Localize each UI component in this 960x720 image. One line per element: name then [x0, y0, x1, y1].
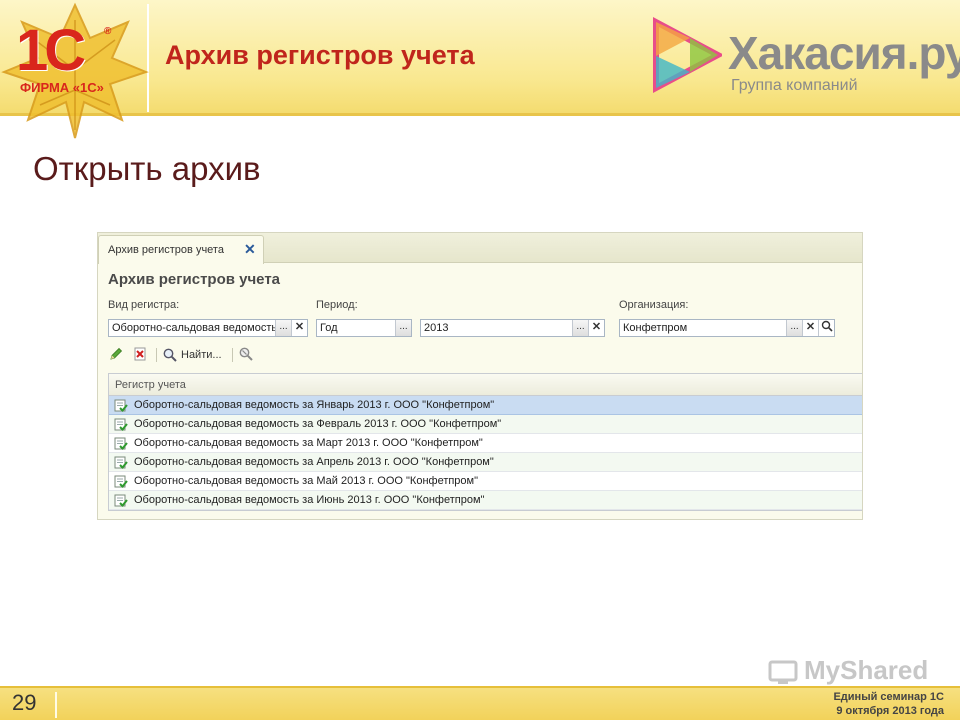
row-text: Оборотно-сальдовая ведомость за Май 2013…	[134, 475, 479, 487]
organization-label: Организация:	[619, 299, 689, 311]
organization-select-button[interactable]: ...	[786, 320, 802, 336]
cancel-search-button[interactable]	[238, 346, 256, 364]
table-header[interactable]: Регистр учета	[109, 374, 862, 396]
slide-footer: 29 Единый семинар 1С 9 октября 2013 года	[0, 686, 960, 720]
delete-icon	[134, 347, 146, 361]
toolbar-separator	[232, 348, 233, 362]
tab-bar: Архив регистров учета ✕	[98, 233, 862, 264]
register-type-label: Вид регистра:	[108, 299, 180, 311]
table-row[interactable]: Оборотно-сальдовая ведомость за Апрель 2…	[109, 453, 862, 472]
register-type-value: Оборотно-сальдовая ведомость	[112, 322, 275, 334]
find-label: Найти...	[181, 349, 222, 361]
period-select-button[interactable]: ...	[395, 320, 411, 336]
document-check-icon	[114, 399, 128, 412]
slide-title: Архив регистров учета	[165, 40, 475, 70]
watermark: MyShared	[804, 655, 929, 685]
year-select-button[interactable]: ...	[572, 320, 588, 336]
close-icon[interactable]: ✕	[244, 241, 256, 258]
footer-date: 9 октября 2013 года	[836, 705, 944, 717]
logo-1c-mark: 1С	[16, 18, 86, 83]
document-check-icon	[114, 475, 128, 488]
document-check-icon	[114, 437, 128, 450]
magnifier-icon	[163, 348, 177, 362]
partner-name: Хакасия.ру	[728, 27, 960, 79]
search-icon	[821, 320, 833, 332]
edit-button[interactable]	[108, 346, 126, 364]
register-type-select-button[interactable]: ...	[275, 320, 291, 336]
year-clear-button[interactable]: ✕	[588, 320, 604, 336]
document-check-icon	[114, 418, 128, 431]
year-field[interactable]: 2013 ... ✕	[420, 319, 605, 337]
slide-subtitle: Открыть архив	[33, 150, 261, 187]
tab-label: Архив регистров учета	[108, 244, 224, 256]
column-header-register: Регистр учета	[115, 379, 186, 391]
row-text: Оборотно-сальдовая ведомость за Март 201…	[134, 437, 483, 449]
toolbar-separator	[156, 348, 157, 362]
document-check-icon	[114, 456, 128, 469]
organization-clear-button[interactable]: ✕	[802, 320, 818, 336]
row-text: Оборотно-сальдовая ведомость за Февраль …	[134, 418, 502, 430]
footer-event: Единый семинар 1С	[833, 691, 944, 703]
table-row[interactable]: Оборотно-сальдовая ведомость за Январь 2…	[109, 396, 862, 415]
slide-header: 1С ® ФИРМА «1С» Архив регистров учета Ха…	[0, 0, 960, 139]
document-check-icon	[114, 494, 128, 507]
organization-search-button[interactable]	[818, 320, 834, 336]
cancel-search-icon	[239, 347, 253, 361]
partner-logo-icon	[653, 17, 722, 93]
period-field[interactable]: Год ...	[316, 319, 412, 337]
period-value: Год	[320, 322, 338, 334]
table-row[interactable]: Оборотно-сальдовая ведомость за Июнь 201…	[109, 491, 862, 510]
period-label: Период:	[316, 299, 358, 311]
tab-archive[interactable]: Архив регистров учета ✕	[98, 235, 264, 264]
row-text: Оборотно-сальдовая ведомость за Январь 2…	[134, 399, 495, 411]
table-row[interactable]: Оборотно-сальдовая ведомость за Май 2013…	[109, 472, 862, 491]
delete-button[interactable]	[132, 346, 150, 364]
watermark-icon	[768, 660, 798, 684]
table-row[interactable]: Оборотно-сальдовая ведомость за Февраль …	[109, 415, 862, 434]
archive-window: Архив регистров учета ✕ Архив регистров …	[97, 232, 863, 520]
year-value: 2013	[424, 322, 449, 334]
table-body: Оборотно-сальдовая ведомость за Январь 2…	[109, 396, 862, 510]
registered-mark: ®	[104, 26, 112, 37]
table-row[interactable]: Оборотно-сальдовая ведомость за Март 201…	[109, 434, 862, 453]
partner-subtitle: Группа компаний	[731, 77, 858, 94]
organization-value: Конфетпром	[623, 322, 688, 334]
register-type-clear-button[interactable]: ✕	[291, 320, 307, 336]
register-table: Регистр учета Оборотно-сальдовая ведомос…	[108, 373, 862, 511]
organization-field[interactable]: Конфетпром ... ✕	[619, 319, 835, 337]
row-text: Оборотно-сальдовая ведомость за Апрель 2…	[134, 456, 494, 468]
logo-caption: ФИРМА «1С»	[20, 80, 104, 95]
row-text: Оборотно-сальдовая ведомость за Июнь 201…	[134, 494, 485, 506]
footer-divider	[55, 692, 57, 718]
pencil-icon	[110, 347, 123, 360]
form-title: Архив регистров учета	[108, 271, 281, 288]
register-type-field[interactable]: Оборотно-сальдовая ведомость ... ✕	[108, 319, 308, 337]
page-number: 29	[12, 690, 37, 715]
